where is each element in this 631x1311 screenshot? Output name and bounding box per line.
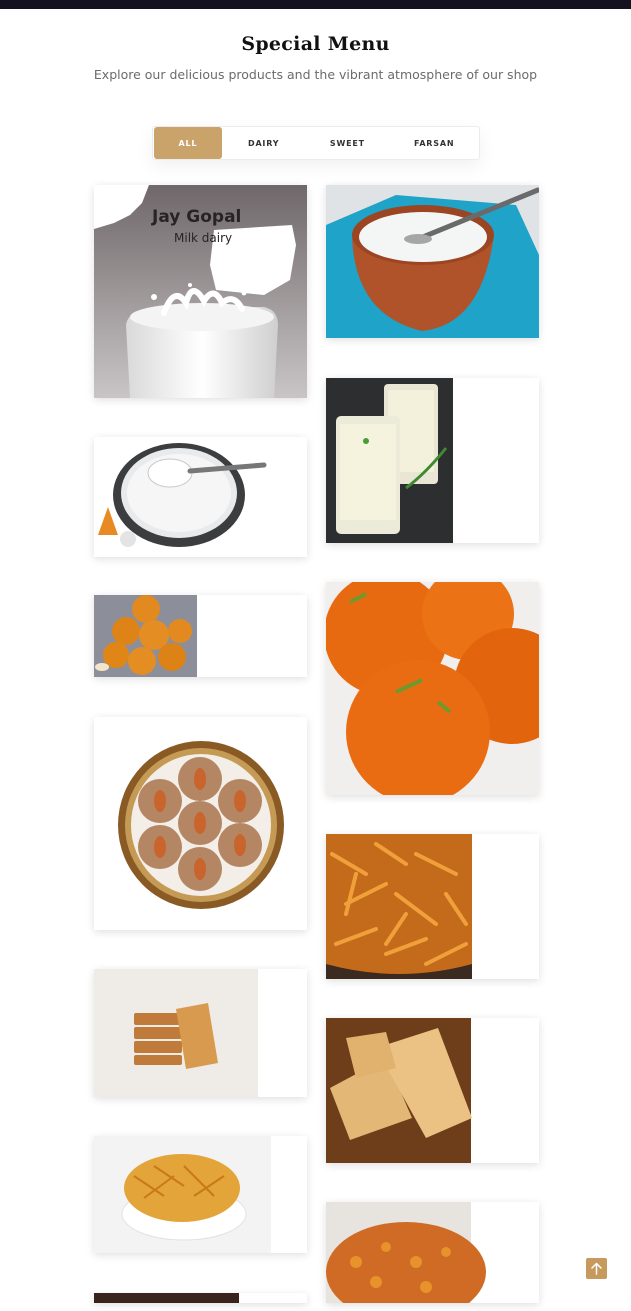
filter-tab-dairy[interactable]: DAIRY <box>222 126 306 160</box>
mixture-image <box>326 1202 539 1303</box>
dark-item-image <box>94 1293 307 1303</box>
gallery-item-peda[interactable] <box>94 595 307 677</box>
filter-tab-all[interactable]: ALL <box>154 127 222 159</box>
rusk-image <box>94 969 307 1097</box>
almond-cookies-image <box>94 717 307 930</box>
gallery-item-puff[interactable] <box>326 1018 539 1163</box>
sev-bowl-image <box>94 1136 307 1253</box>
gallery-item-sev[interactable] <box>326 834 539 979</box>
sev-image <box>326 834 539 979</box>
filter-tab-farsan[interactable]: FARSAN <box>389 126 479 160</box>
gallery-item-curd-pot[interactable] <box>326 185 539 338</box>
gallery-item-laddu[interactable] <box>326 582 539 795</box>
page-title: Special Menu <box>241 33 390 55</box>
gallery-item-dark[interactable] <box>94 1293 307 1303</box>
gallery-item-sev-bowl[interactable] <box>94 1136 307 1253</box>
curd-bowl-image <box>94 437 307 557</box>
gallery-item-rusk[interactable] <box>94 969 307 1097</box>
peda-image <box>94 595 307 677</box>
category-filter-bar: ALL DAIRY SWEET FARSAN <box>152 126 480 160</box>
arrow-up-icon <box>591 1262 602 1275</box>
gallery-item-curd-bowl[interactable] <box>94 437 307 557</box>
curd-pot-image <box>326 185 539 338</box>
gallery-item-milk-dairy[interactable]: Jay Gopal Milk dairy <box>94 185 307 398</box>
scroll-to-top-button[interactable] <box>586 1258 607 1279</box>
top-bar <box>0 0 631 9</box>
puff-pastry-image <box>326 1018 539 1163</box>
laddu-image <box>326 582 539 795</box>
page-subtitle: Explore our delicious products and the v… <box>93 67 538 82</box>
brand-logo-text: Jay Gopal <box>152 207 242 227</box>
gallery-item-mixture[interactable] <box>326 1202 539 1303</box>
brand-logo-tagline: Milk dairy <box>174 231 233 245</box>
gallery-item-almond-cookies[interactable] <box>94 717 307 930</box>
lassi-glasses-image <box>326 378 539 543</box>
filter-tab-sweet[interactable]: SWEET <box>306 126 390 160</box>
gallery-item-lassi[interactable] <box>326 378 539 543</box>
